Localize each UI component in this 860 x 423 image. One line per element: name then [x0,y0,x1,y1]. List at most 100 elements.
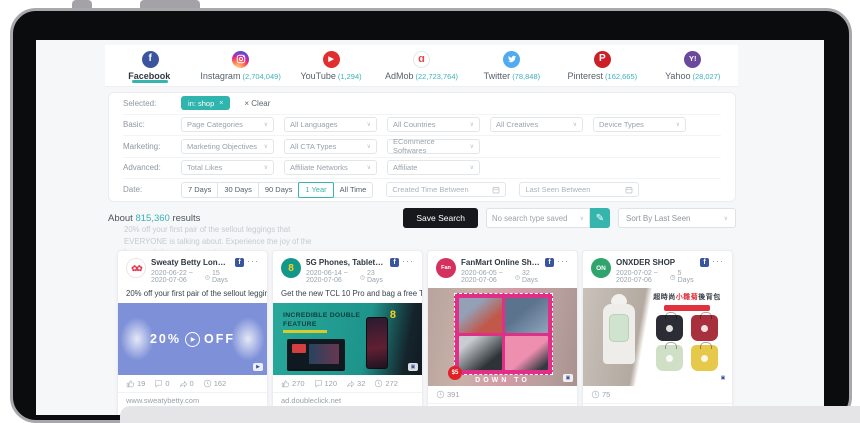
ad-domain-link[interactable]: ad.doubleclick.net [273,393,422,406]
tab-pinterest[interactable]: P Pinterest(162,665) [557,45,647,86]
chevron-down-icon: ∨ [367,121,371,128]
media-type-icon: ▣ [408,363,418,371]
likes-stat: 270 [281,379,305,388]
remove-tag-icon[interactable]: × [219,100,223,107]
product-collage [454,293,553,375]
affiliate-networks-dropdown[interactable]: Affiliate Networks∨ [284,160,377,175]
shares-stat: 0 [179,379,194,388]
ad-stats-row: 391 [428,386,577,404]
tab-twitter[interactable]: Twitter(78,848) [467,45,557,86]
ecommerce-softwares-dropdown[interactable]: ECommerce Softwares∨ [387,139,480,154]
chevron-down-icon: ∨ [264,121,268,128]
ad-date-range: 2020-06-14 ~ 2020-07-06 [306,270,357,284]
advertiser-name[interactable]: Sweaty Betty London | Wom... [151,258,230,267]
ad-domain-link[interactable]: www.sweatybetty.com [118,393,267,406]
creative-text: INCREDIBLE DOUBLE [283,312,360,319]
chevron-down-icon: ∨ [580,215,584,222]
chevron-down-icon: ∨ [264,164,268,171]
tab-count: (22,723,764) [415,72,458,81]
date-7days-button[interactable]: 7 Days [181,182,218,198]
ad-days-active: 23 Days [367,270,385,284]
chevron-down-icon: ∨ [470,164,474,171]
selected-tag-in-shop[interactable]: in: shop × [181,96,230,110]
creative-text: 20% [150,332,181,346]
media-type-icon: ▣ [563,374,573,382]
creatives-dropdown[interactable]: All Creatives∨ [490,117,583,132]
chevron-down-icon: ∨ [676,121,680,128]
chevron-down-icon: ∨ [470,121,474,128]
save-search-button[interactable]: Save Search [403,208,478,228]
ad-creative-video[interactable]: 20% ▶ OFF ▶ [118,303,267,375]
advertiser-name[interactable]: 5G Phones, Tablets & SIMs | ... [306,258,385,267]
advanced-filters-row: Advanced: Total Likes∨ Affiliate Network… [123,158,721,180]
sort-dropdown[interactable]: Sort By Last Seen∨ [618,208,736,228]
product-panel: 超時尚小雛菊後背包 [646,292,728,382]
comments-stat: 120 [314,379,338,388]
date-range-segment: 7 Days 30 Days 90 Days 1 Year All Time [181,182,373,198]
card-menu-button[interactable]: ··· [402,258,414,264]
tab-youtube[interactable]: ▶ YouTube(1,294) [286,45,376,86]
languages-dropdown[interactable]: All Languages∨ [284,117,377,132]
media-type-icon: ▣ [718,374,728,382]
ad-creative-image[interactable]: INCREDIBLE DOUBLEFEATURE 8 ▣ [273,303,422,375]
tab-label: Facebook [128,71,170,81]
tab-label: Yahoo [665,71,690,81]
date-1year-button[interactable]: 1 Year [298,182,333,198]
advertiser-logo: ON [591,258,611,278]
duration-stat: 75 [591,390,610,399]
tag-text: in: shop [188,99,214,108]
ad-creative-image[interactable]: 超時尚小雛菊後背包 ▣ [583,288,732,386]
clear-filters-button[interactable]: × Clear [244,99,270,108]
creative-text: DOWN TO [428,377,577,384]
tab-count: (28,027) [692,72,720,81]
advertiser-name[interactable]: ONXDER SHOP [616,258,695,267]
advanced-label: Advanced: [123,163,181,172]
tab-label: Instagram [200,71,240,81]
tab-yahoo[interactable]: Y! Yahoo(28,027) [648,45,738,86]
network-tabbar: f Facebook Instagram(2,704,049) ▶ YouTub… [105,45,738,87]
ad-stats-row: 75 [583,386,732,404]
affiliate-dropdown[interactable]: Affiliate∨ [387,160,480,175]
ad-date-range: 2020-06-22 ~ 2020-07-06 [151,270,202,284]
page-categories-dropdown[interactable]: Page Categories∨ [181,117,274,132]
countries-dropdown[interactable]: All Countries∨ [387,117,480,132]
admob-icon: ɑ [413,51,430,68]
chevron-down-icon: ∨ [573,121,577,128]
edit-saved-search-button[interactable]: ✎ [590,208,610,228]
date-90days-button[interactable]: 90 Days [258,182,300,198]
cta-types-dropdown[interactable]: All CTA Types∨ [284,139,377,154]
tab-admob[interactable]: ɑ AdMob(22,723,764) [376,45,466,86]
red-tag-graphic [664,305,710,311]
date-30days-button[interactable]: 30 Days [217,182,259,198]
saved-search-dropdown[interactable]: No search type saved∨ [486,208,590,228]
total-likes-dropdown[interactable]: Total Likes∨ [181,160,274,175]
ad-days-active: 5 Days [678,270,695,284]
play-icon: ▶ [185,332,200,347]
advertiser-name[interactable]: FanMart Online Shopping - F... [461,258,540,267]
ad-date-range: 2020-07-02 ~ 2020-07-06 [616,270,667,284]
card-menu-button[interactable]: ··· [557,258,569,264]
tv-graphic [287,339,345,369]
tab-facebook[interactable]: f Facebook [105,45,195,86]
device-types-dropdown[interactable]: Device Types∨ [593,117,686,132]
tab-count: (162,665) [605,72,637,81]
creative-accent [283,330,327,333]
facebook-badge-icon: f [235,258,244,267]
pinterest-icon: P [594,51,611,68]
brand-logo: 8 [390,309,396,321]
chevron-down-icon: ∨ [724,215,728,222]
tab-label: Twitter [484,71,511,81]
calendar-icon [625,186,633,194]
last-seen-between-input[interactable]: Last Seen Between [519,182,639,197]
tab-instagram[interactable]: Instagram(2,704,049) [195,45,285,86]
marketing-objectives-dropdown[interactable]: Marketing Objectives∨ [181,139,274,154]
facebook-badge-icon: f [390,258,399,267]
calendar-icon [492,186,500,194]
date-alltime-button[interactable]: All Time [333,182,374,198]
card-menu-button[interactable]: ··· [712,258,724,264]
created-time-between-input[interactable]: Created Time Between [386,182,506,197]
ad-creative-image[interactable]: $5 DOWN TO ▣ [428,288,577,386]
shares-stat: 32 [346,379,365,388]
tab-label: AdMob [385,71,414,81]
card-menu-button[interactable]: ··· [247,258,259,264]
